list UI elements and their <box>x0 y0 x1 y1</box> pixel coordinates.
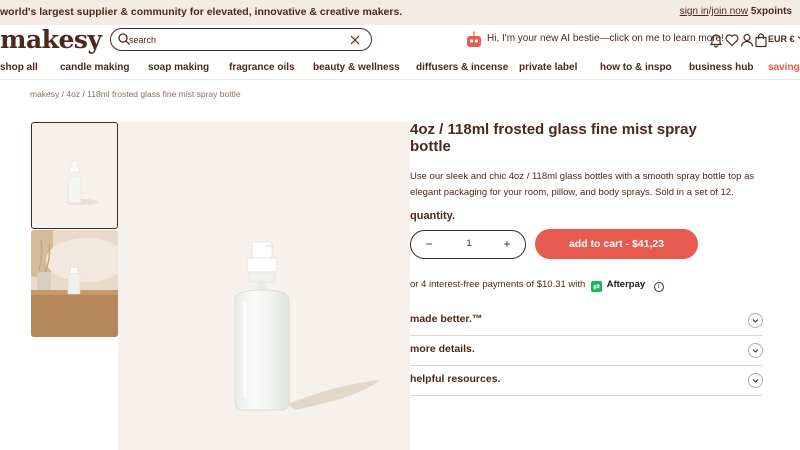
spray-bottle-image <box>234 241 380 411</box>
nav-item-soap-making[interactable]: soap making <box>148 62 209 73</box>
product-thumbnail-2[interactable] <box>31 230 118 337</box>
lifestyle-thumbnail-image <box>31 230 118 337</box>
nav-item-beauty-wellness[interactable]: beauty & wellness <box>313 62 400 73</box>
main-nav: shop all candle making soap making fragr… <box>0 56 800 80</box>
clear-search-icon[interactable] <box>349 33 361 45</box>
site-header: makesy Hi, I'm your new AI bestie—click … <box>0 25 800 55</box>
spray-bottle-thumbnail-image <box>66 160 98 205</box>
breadcrumb[interactable]: makesy / 4oz / 118ml frosted glass fine … <box>30 89 241 99</box>
chevron-down-icon[interactable] <box>748 373 763 388</box>
makesy-logo[interactable]: makesy <box>0 25 102 54</box>
accordion-helpful-resources[interactable]: helpful resources. <box>410 366 763 396</box>
join-now-link[interactable]: join now <box>711 6 748 17</box>
announcement-bar: world's largest supplier & community for… <box>0 0 800 25</box>
nav-item-how-to-inspo[interactable]: how to & inspo <box>600 62 672 73</box>
afterpay-logo-icon: ⇄ <box>590 281 602 292</box>
afterpay-text: or 4 interest-free payments of $10.31 wi… <box>410 279 586 290</box>
product-title: 4oz / 118ml frosted glass fine mist spra… <box>410 121 697 155</box>
search-bar[interactable] <box>110 28 372 51</box>
product-main-image[interactable] <box>118 122 410 450</box>
currency-selector[interactable]: EUR € <box>768 34 800 44</box>
chevron-down-icon[interactable] <box>748 313 763 328</box>
quantity-increase-button[interactable]: + <box>499 236 515 253</box>
currency-label: EUR € <box>768 34 795 44</box>
ai-bot-icon[interactable] <box>465 31 483 49</box>
accordion-made-better[interactable]: made better.™ <box>410 306 763 336</box>
cart-icon[interactable] <box>753 32 769 48</box>
afterpay-brand: Afterpay <box>606 279 646 290</box>
afterpay-note: or 4 interest-free payments of $10.31 wi… <box>410 279 664 293</box>
quantity-stepper[interactable]: − 1 + <box>410 230 526 259</box>
nav-item-shop-all[interactable]: shop all <box>0 62 38 73</box>
nav-item-private-label[interactable]: private label <box>519 62 577 73</box>
nav-item-diffusers-incense[interactable]: diffusers & incense <box>416 62 508 73</box>
points-badge: 5xpoints <box>750 6 792 17</box>
quantity-value[interactable]: 1 <box>461 238 477 249</box>
sign-in-link[interactable]: sign in <box>680 6 709 17</box>
nav-item-savings[interactable]: savings <box>768 62 800 73</box>
search-input[interactable] <box>129 31 339 48</box>
chevron-down-icon[interactable] <box>748 343 763 358</box>
promo-text: world's largest supplier & community for… <box>0 6 403 18</box>
product-description: Use our sleek and chic 4oz / 118ml glass… <box>410 171 755 198</box>
quantity-decrease-button[interactable]: − <box>421 236 437 253</box>
accordion-more-details[interactable]: more details. <box>410 336 763 366</box>
add-to-cart-button[interactable]: add to cart - $41,23 <box>535 229 698 259</box>
accordion-label: helpful resources. <box>410 373 501 385</box>
bell-icon[interactable] <box>708 32 724 48</box>
accordion-label: more details. <box>410 343 475 355</box>
heart-icon[interactable] <box>724 32 740 48</box>
account-links: sign in/join now 5xpoints <box>680 6 792 17</box>
nav-item-candle-making[interactable]: candle making <box>60 62 129 73</box>
ai-assistant-text[interactable]: Hi, I'm your new AI bestie—click on me t… <box>487 33 724 44</box>
nav-item-fragrance-oils[interactable]: fragrance oils <box>229 62 295 73</box>
nav-item-business-hub[interactable]: business hub <box>689 62 753 73</box>
info-icon[interactable]: i <box>653 282 664 292</box>
accordion-label: made better.™ <box>410 313 483 325</box>
product-thumbnail-1[interactable] <box>31 122 118 229</box>
quantity-label: quantity. <box>410 210 456 222</box>
